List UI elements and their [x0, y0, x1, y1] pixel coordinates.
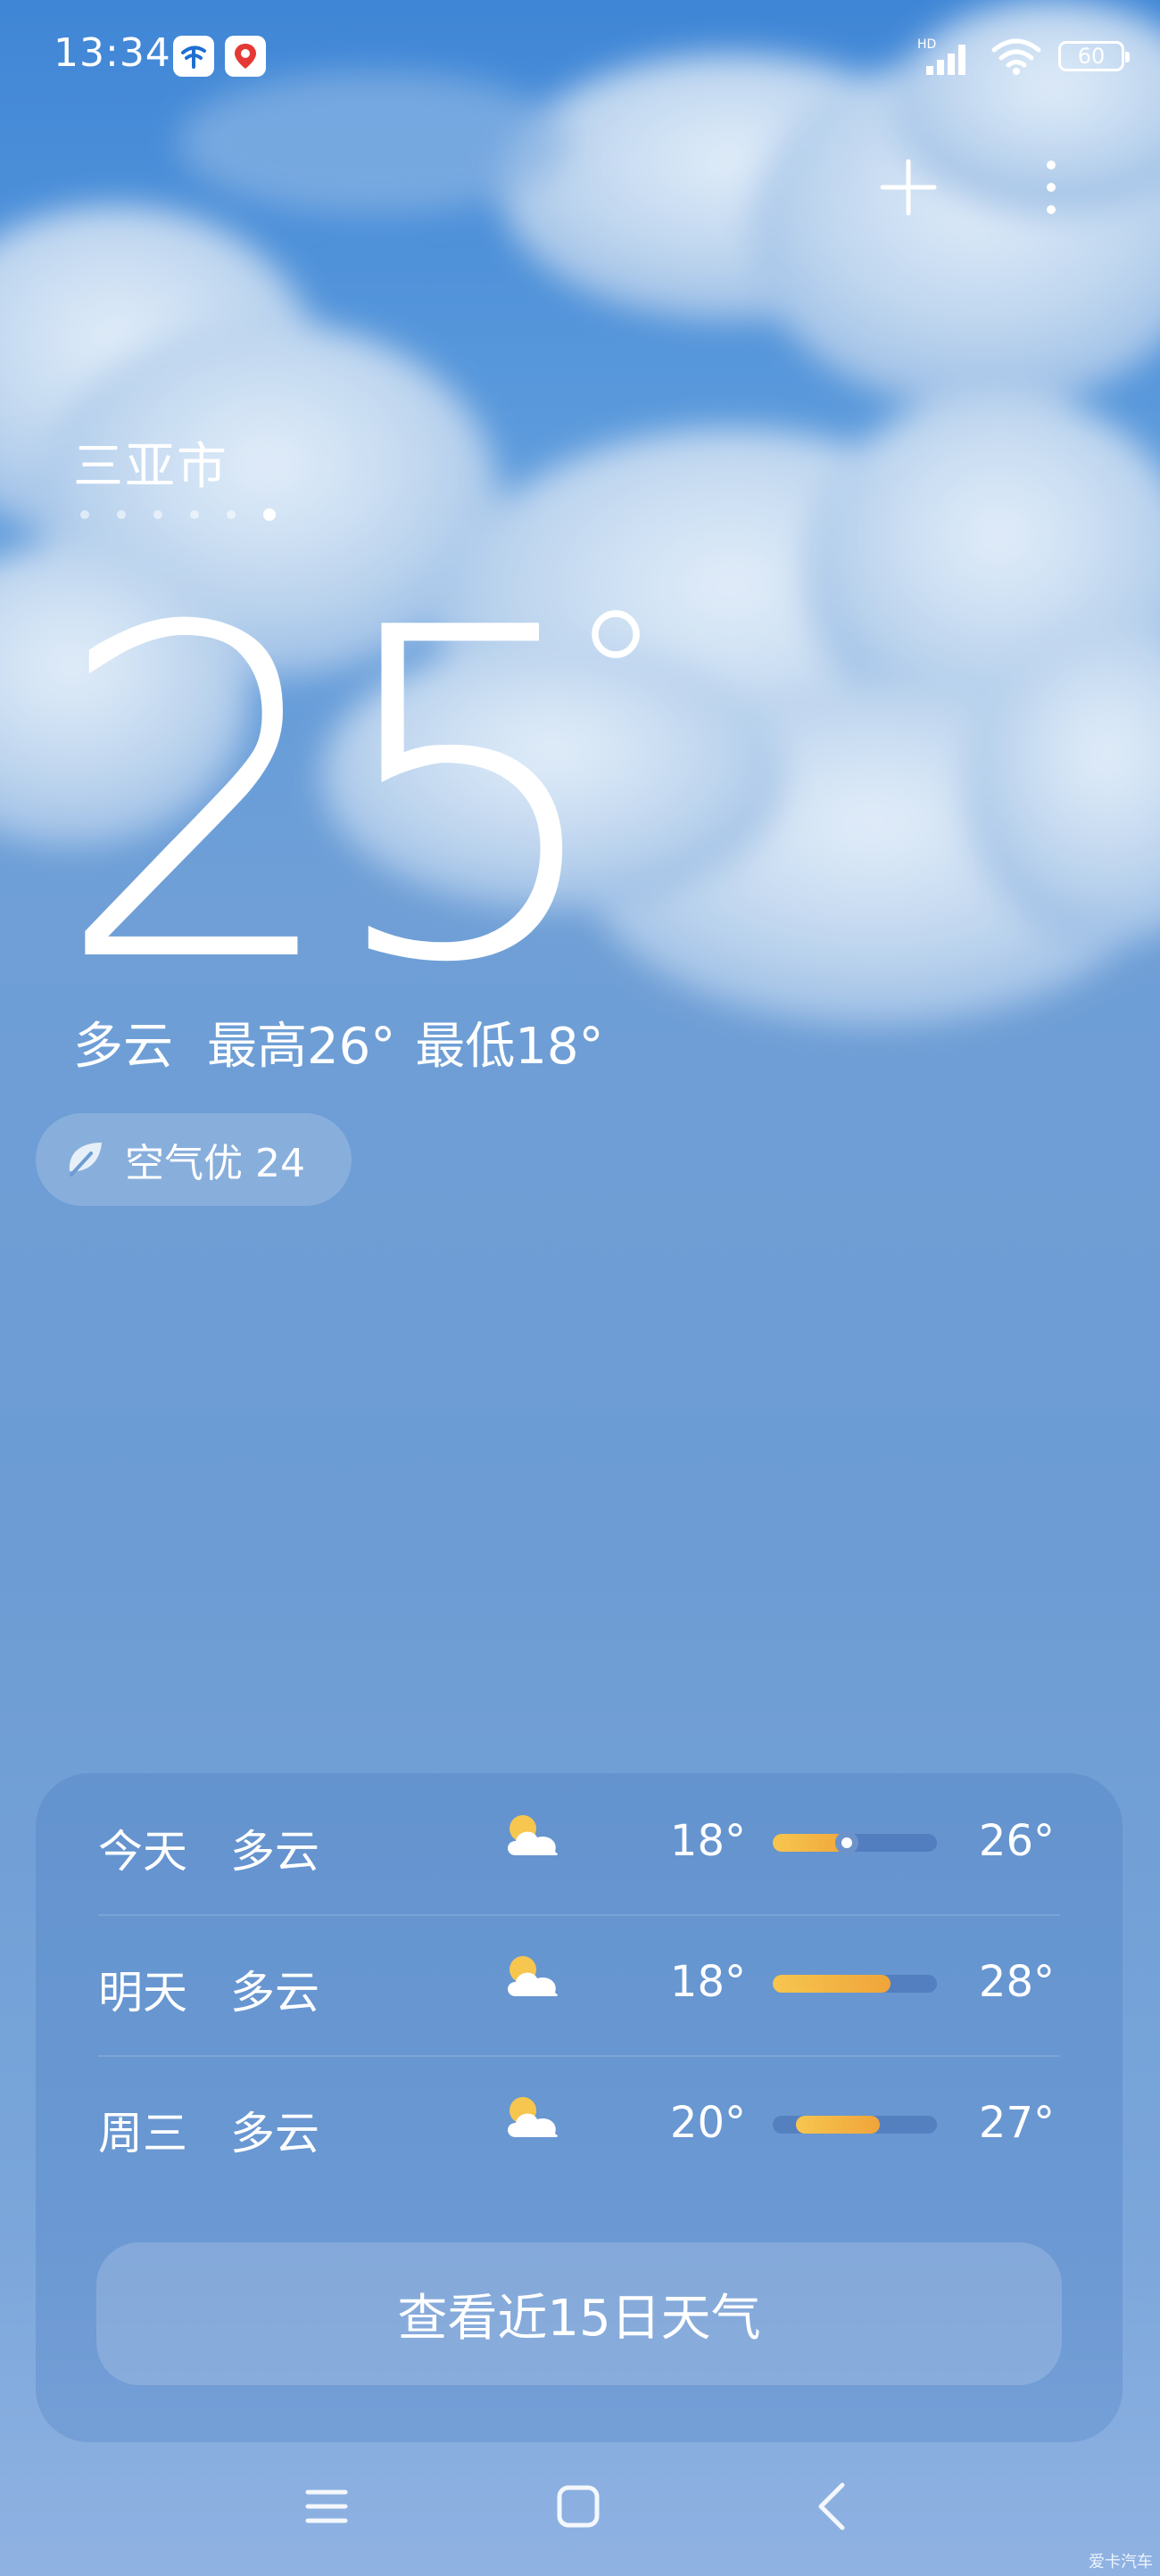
forecast-day: 周三	[98, 2108, 187, 2159]
forecast-row[interactable]: 今天 多云 18° 26°	[36, 1773, 1123, 1914]
recent-apps-button[interactable]	[291, 2471, 362, 2542]
temp-range-bar	[773, 1975, 937, 1993]
low-temp: 最低18°	[415, 1018, 604, 1076]
add-icon	[880, 159, 937, 216]
degree-symbol: °	[571, 574, 660, 781]
current-temperature: 25	[54, 533, 613, 1062]
back-button[interactable]	[796, 2471, 867, 2542]
forecast-card: 今天 多云 18° 26° 明天 多云 18° 28° 周三 多云 20° 27…	[36, 1773, 1123, 2442]
page-dot	[227, 510, 236, 519]
more-vert-icon	[1047, 161, 1056, 214]
forecast-row[interactable]: 周三 多云 20° 27°	[36, 2055, 1123, 2196]
add-city-button[interactable]	[873, 152, 944, 223]
watermark: 爱卡汽车	[1089, 2553, 1153, 2572]
forecast-day: 今天	[98, 1826, 187, 1878]
forecast-condition: 多云	[230, 1967, 319, 2019]
partly-cloudy-icon	[508, 1956, 559, 1996]
air-quality-chip[interactable]: 空气优 24	[36, 1113, 352, 1206]
partly-cloudy-icon	[508, 2097, 559, 2137]
page-dot	[80, 510, 89, 519]
forecast-condition: 多云	[230, 1826, 319, 1878]
wifi-icon	[991, 38, 1041, 75]
forecast-low: 20°	[669, 2098, 746, 2148]
network-label: HD	[917, 37, 936, 52]
map-app-icon	[225, 36, 266, 77]
forecast-low: 18°	[669, 1957, 746, 2007]
temp-range-bar	[773, 2116, 937, 2134]
status-bar: 13:34 HD 60	[0, 0, 1160, 116]
current-condition: 多云	[73, 1018, 173, 1076]
menu-icon	[305, 2489, 348, 2523]
forecast-day: 明天	[98, 1967, 187, 2019]
forecast-high: 26°	[978, 1816, 1055, 1866]
leaf-icon	[69, 1143, 102, 1177]
partly-cloudy-icon	[508, 1815, 559, 1855]
signal-icon: HD	[917, 37, 965, 75]
high-temp: 最高26°	[207, 1018, 396, 1076]
battery-icon: 60	[1058, 41, 1130, 71]
forecast-condition: 多云	[230, 2108, 319, 2159]
forecast-row[interactable]: 明天 多云 18° 28°	[36, 1914, 1123, 2055]
current-temp-marker	[834, 1831, 858, 1854]
navigation-bar	[0, 2462, 1160, 2551]
home-button[interactable]	[543, 2471, 614, 2542]
weather-summary: 多云 最高26° 最低18°	[73, 1006, 638, 1078]
home-icon	[557, 2485, 600, 2528]
view-15-day-button[interactable]: 查看近15日天气	[96, 2242, 1062, 2385]
city-name[interactable]: 三亚市	[73, 426, 228, 499]
temp-range-fill	[773, 1975, 891, 1993]
page-dot	[190, 510, 199, 519]
forecast-high: 28°	[978, 1957, 1055, 2007]
forecast-low: 18°	[669, 1816, 746, 1866]
forecast-high: 27°	[978, 2098, 1055, 2148]
page-dot	[153, 510, 162, 519]
page-dot	[117, 510, 126, 519]
more-options-button[interactable]	[1015, 152, 1087, 223]
back-icon	[818, 2482, 845, 2531]
page-dot-active	[263, 508, 276, 521]
weather-screen: 13:34 HD 60 三亚市 25 ° 多云 最高26° 最低18° 空气优 …	[0, 0, 1160, 2576]
telecom-app-icon	[173, 36, 214, 77]
status-indicators: HD 60	[917, 34, 1130, 78]
battery-level: 60	[1077, 44, 1106, 69]
temp-range-fill	[795, 2116, 880, 2134]
air-quality-label: 空气优 24	[125, 1141, 305, 1186]
status-time: 13:34	[54, 30, 171, 76]
page-indicator	[80, 508, 276, 521]
temp-range-bar	[773, 1831, 937, 1854]
